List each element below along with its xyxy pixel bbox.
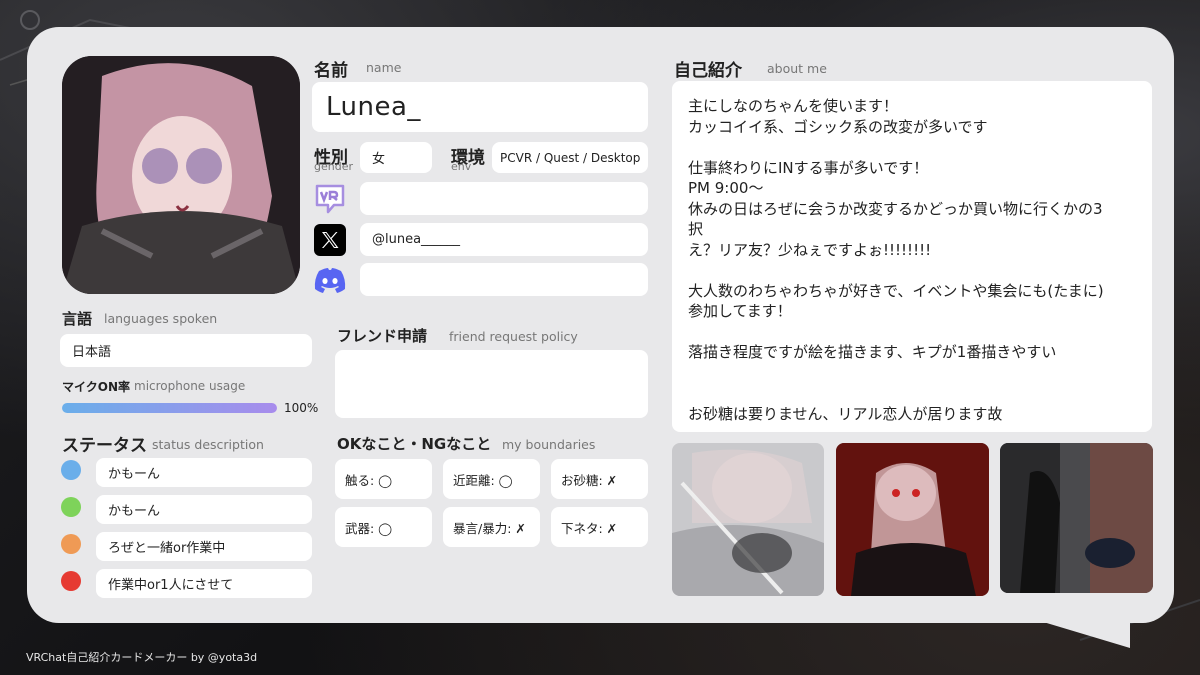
gender-field: 女 [360, 142, 432, 173]
profile-card: 名前 name Lunea_ 性別 gender 女 環境 env PCVR /… [27, 27, 1174, 623]
status-dot-red [61, 571, 81, 591]
status-item: かもーん [96, 458, 312, 487]
name-label-en: name [366, 60, 402, 75]
languages-label-en: languages spoken [104, 311, 218, 326]
discord-field [360, 263, 648, 296]
status-item: 作業中or1人にさせて [96, 569, 312, 598]
env-label-en: env [451, 160, 472, 173]
status-item: ろぜと一緒or作業中 [96, 532, 312, 561]
gender-label-en: gender [314, 160, 353, 173]
gallery-photo-3 [1000, 443, 1153, 593]
avatar-photo [62, 56, 300, 294]
mic-progress-fill [62, 403, 277, 413]
name-field: Lunea_ [312, 82, 648, 132]
about-text: 主にしなのちゃんを使います！ カッコイイ系、ゴシック系の改変が多いです 仕事終わ… [688, 97, 1104, 423]
vrchat-field [360, 182, 648, 215]
gallery-photo-1 [672, 443, 824, 596]
discord-icon [313, 265, 347, 295]
status-dot-blue [61, 460, 81, 480]
boundary-item: お砂糖: ✗ [551, 459, 648, 499]
boundary-item: 暴言/暴力: ✗ [443, 507, 540, 547]
x-logo-icon [314, 224, 346, 256]
boundary-item: 下ネタ: ✗ [551, 507, 648, 547]
card-tail [1030, 618, 1130, 648]
mic-progress-bar [62, 403, 277, 413]
about-label-en: about me [767, 61, 827, 76]
status-label-en: status description [152, 437, 264, 452]
boundary-item: 武器: ◯ [335, 507, 432, 547]
status-item: かもーん [96, 495, 312, 524]
boundaries-label-en: my boundaries [502, 437, 596, 452]
friend-request-field [335, 350, 648, 418]
status-dot-orange [61, 534, 81, 554]
friend-request-label-en: friend request policy [449, 329, 578, 344]
mic-label: マイクON率 [62, 380, 131, 394]
about-label: 自己紹介 [674, 61, 742, 81]
boundary-item: 近距離: ◯ [443, 459, 540, 499]
status-label: ステータス [62, 436, 147, 456]
languages-label: 言語 [62, 310, 93, 328]
gallery-photo-2 [836, 443, 989, 596]
avatar-illustration [62, 56, 300, 294]
about-box: 主にしなのちゃんを使います！ カッコイイ系、ゴシック系の改変が多いです 仕事終わ… [672, 81, 1152, 432]
name-label: 名前 [314, 61, 348, 81]
boundary-item: 触る: ◯ [335, 459, 432, 499]
mic-percent: 100% [284, 401, 319, 415]
env-field: PCVR / Quest / Desktop [492, 142, 648, 173]
vrchat-icon [312, 182, 348, 216]
footer-credit: VRChat自己紹介カードメーカー by @yota3d [26, 651, 258, 664]
friend-request-label: フレンド申請 [337, 327, 428, 345]
languages-field: 日本語 [60, 334, 312, 367]
x-handle-field: @lunea______ [360, 223, 648, 256]
boundaries-label: OKなこと・NGなこと [337, 435, 492, 453]
mic-label-en: microphone usage [134, 379, 246, 393]
status-dot-green [61, 497, 81, 517]
